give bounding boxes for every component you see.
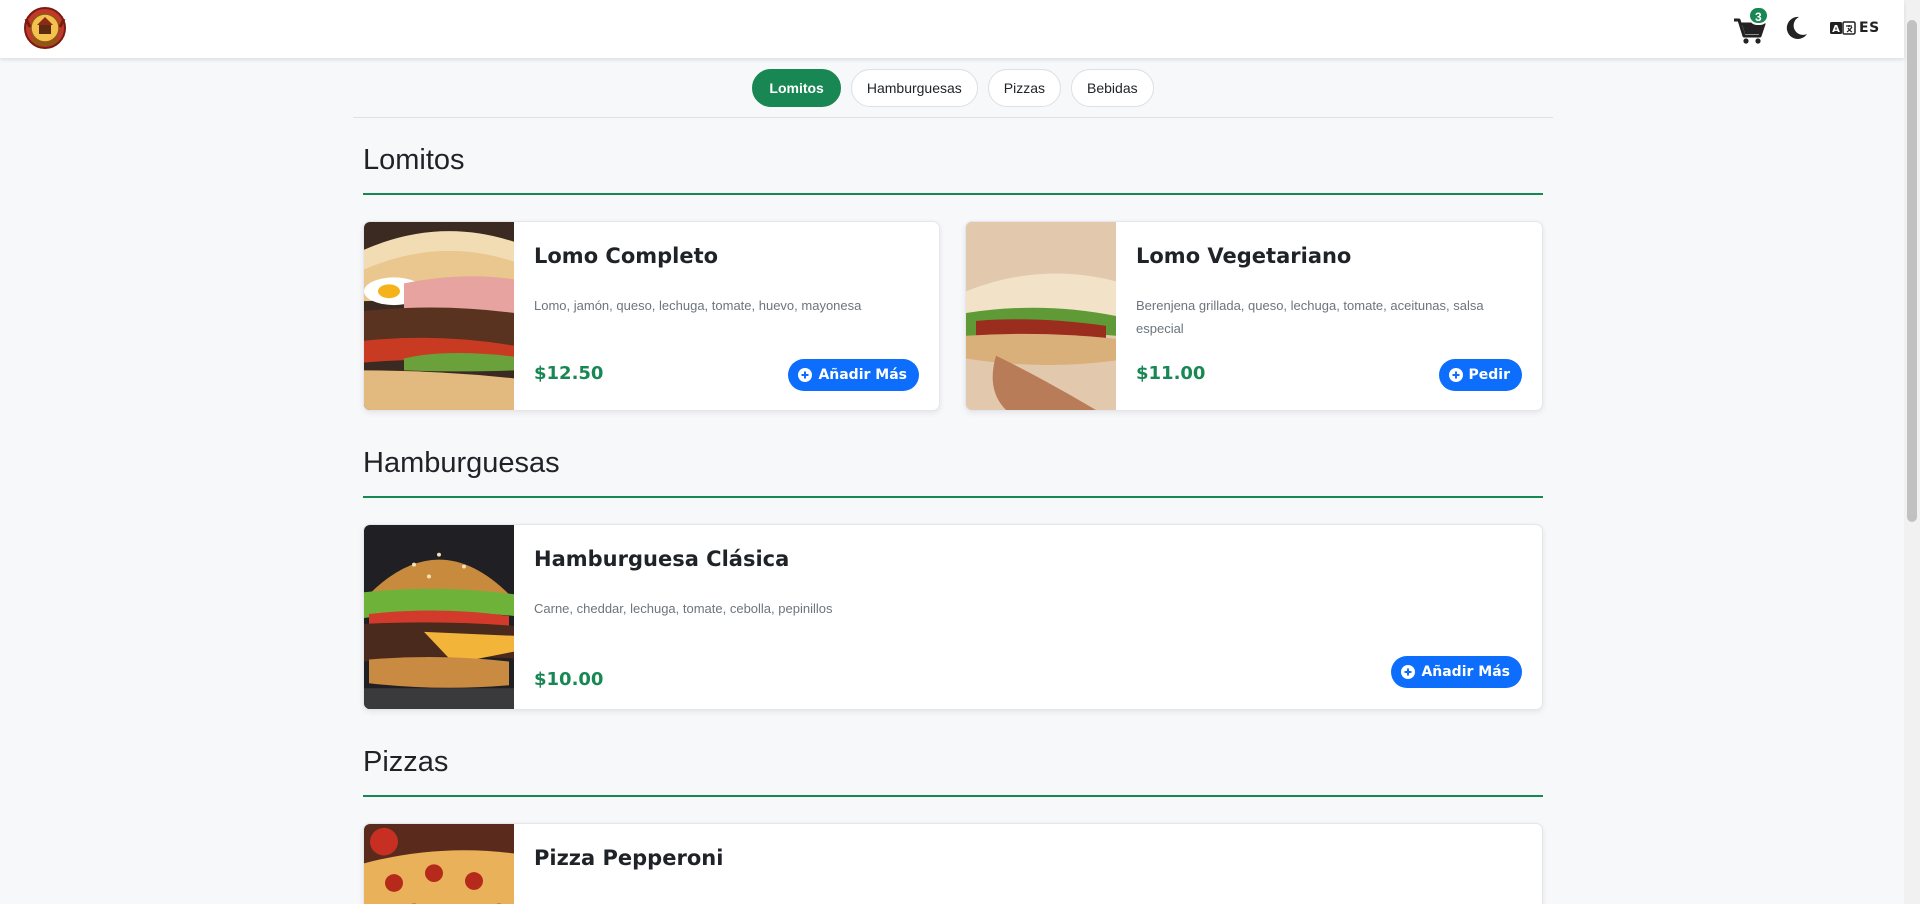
- product-price: $10.00: [534, 669, 604, 690]
- order-button[interactable]: Pedir: [1438, 359, 1522, 391]
- add-more-button-label: Añadir Más: [1421, 664, 1510, 680]
- product-name: Hamburguesa Clásica: [534, 547, 790, 571]
- section-title-lomitos: Lomitos: [363, 144, 465, 176]
- top-navbar: 3 A ES: [0, 0, 1904, 58]
- burger-photo: [364, 525, 514, 709]
- svg-text:A: A: [1832, 24, 1840, 35]
- scrollbar-thumb[interactable]: [1907, 20, 1917, 522]
- add-more-button[interactable]: Añadir Más: [1391, 656, 1522, 688]
- restaurant-logo[interactable]: [20, 5, 70, 51]
- cart-count-badge: 3: [1748, 6, 1769, 25]
- plus-circle-icon: [1401, 665, 1416, 679]
- pepperoni-pizza-photo: [364, 824, 514, 904]
- product-name: Lomo Vegetariano: [1136, 244, 1352, 268]
- page-scrollbar[interactable]: [1904, 0, 1920, 904]
- moon-icon[interactable]: [1782, 14, 1810, 42]
- product-description: Carne, cheddar, lechuga, tomate, cebolla…: [534, 601, 833, 616]
- tab-lomitos[interactable]: Lomitos: [752, 68, 841, 107]
- vegetarian-sandwich-photo: [966, 222, 1116, 410]
- product-description: Berenjena grillada, queso, lechuga, toma…: [1136, 298, 1484, 336]
- steak-sandwich-photo: [364, 222, 514, 410]
- product-name: Pizza Pepperoni: [534, 846, 724, 870]
- plus-circle-icon: [798, 368, 813, 382]
- section-title-pizzas: Pizzas: [363, 746, 449, 778]
- section-title-hamburguesas: Hamburguesas: [363, 447, 560, 479]
- product-card-hamburguesa-clasica[interactable]: Hamburguesa Clásica Carne, cheddar, lech…: [363, 524, 1543, 710]
- category-tabs: Lomitos Hamburguesas Pizzas Bebidas: [353, 58, 1553, 118]
- product-card-pizza-pepperoni[interactable]: Pizza Pepperoni: [363, 823, 1543, 904]
- tab-bebidas[interactable]: Bebidas: [1071, 68, 1154, 107]
- product-price: $12.50: [534, 363, 604, 384]
- product-description: Lomo, jamón, queso, lechuga, tomate, hue…: [534, 298, 862, 313]
- add-more-button-label: Añadir Más: [818, 367, 907, 383]
- plus-circle-icon: [1448, 368, 1463, 382]
- order-button-label: Pedir: [1468, 367, 1510, 383]
- tab-hamburguesas[interactable]: Hamburguesas: [850, 68, 978, 107]
- language-toggle[interactable]: A ES: [1830, 16, 1880, 40]
- section-divider: [363, 193, 1543, 195]
- product-price: $11.00: [1136, 363, 1206, 384]
- add-more-button[interactable]: Añadir Más: [788, 359, 919, 391]
- language-label: ES: [1859, 20, 1880, 36]
- product-name: Lomo Completo: [534, 244, 719, 268]
- section-divider: [363, 795, 1543, 797]
- product-card-lomo-vegetariano[interactable]: Lomo Vegetariano Berenjena grillada, que…: [965, 221, 1543, 411]
- translate-icon: A: [1830, 21, 1856, 35]
- section-divider: [363, 496, 1543, 498]
- product-card-lomo-completo[interactable]: Lomo Completo Lomo, jamón, queso, lechug…: [363, 221, 940, 411]
- tab-pizzas[interactable]: Pizzas: [987, 68, 1062, 107]
